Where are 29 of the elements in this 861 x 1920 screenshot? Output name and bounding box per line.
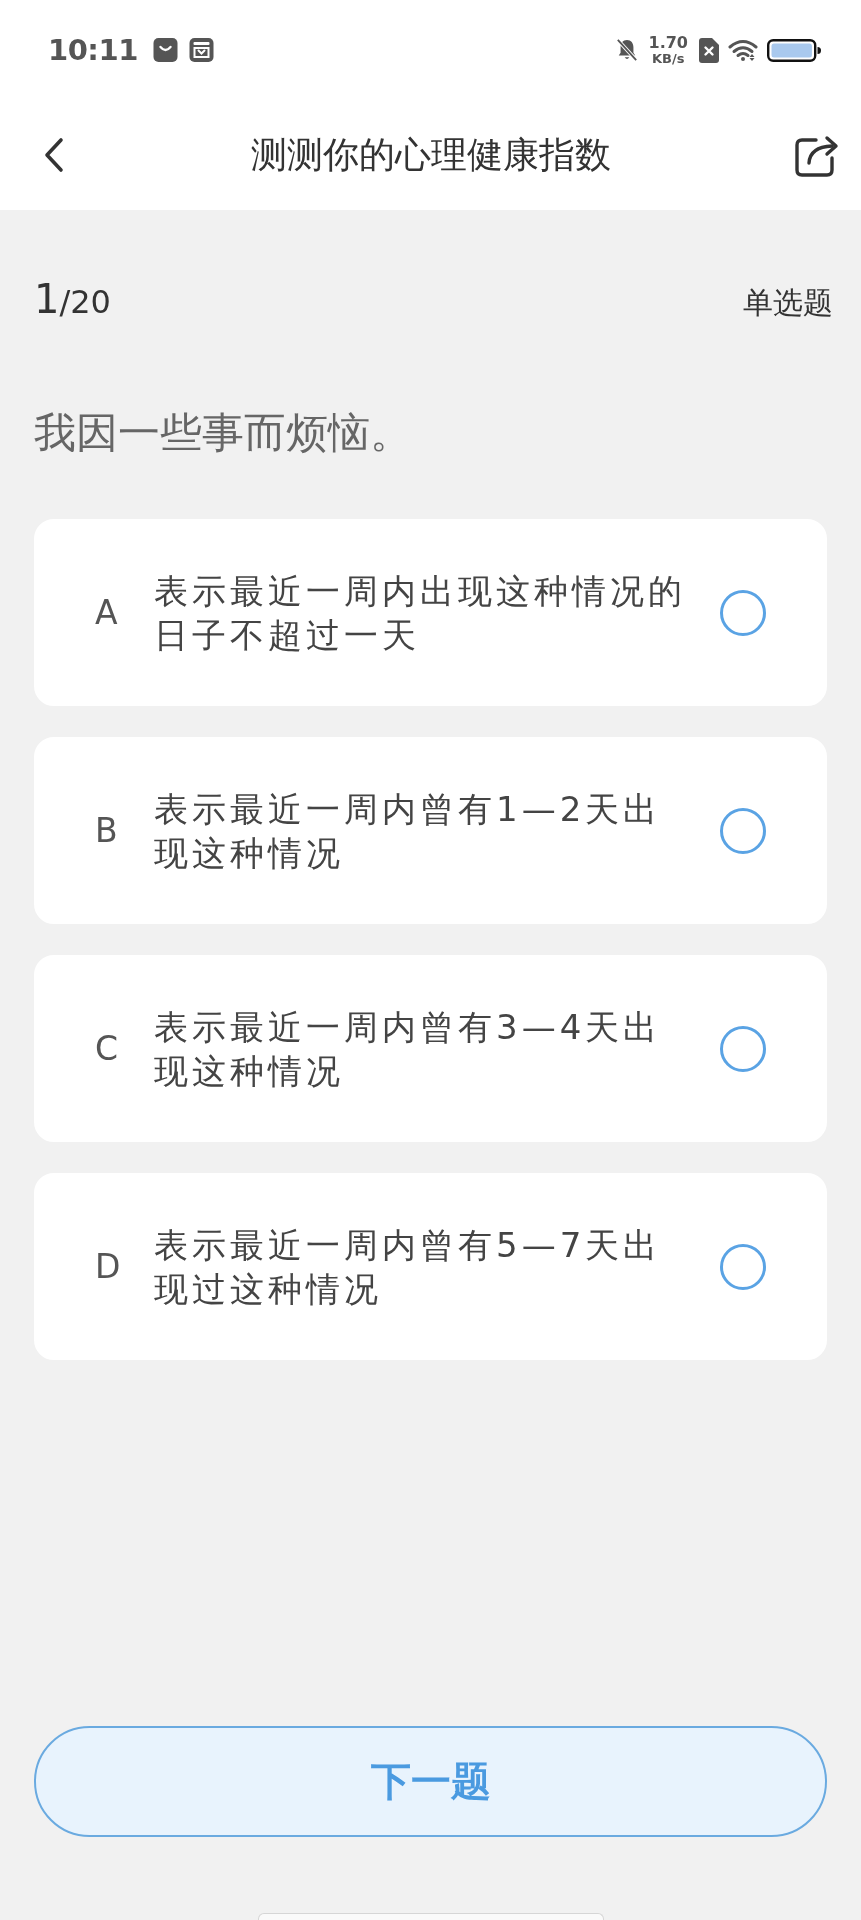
network-speed-value: 1.70 — [648, 35, 688, 51]
bell-off-icon — [615, 38, 638, 62]
option-letter: B — [95, 811, 119, 850]
option-text: 表示最近一周内出现这种情况的日子不超过一天 — [154, 569, 686, 657]
page-title: 测测你的心理健康指数 — [250, 132, 611, 177]
question-type-label: 单选题 — [743, 284, 833, 322]
status-time: 10:11 — [48, 33, 138, 67]
option-letter: C — [95, 1029, 120, 1068]
radio-button[interactable] — [720, 1243, 766, 1290]
wifi-icon — [728, 39, 758, 61]
smile-app-icon — [152, 38, 178, 62]
option-card[interactable]: A 表示最近一周内出现这种情况的日子不超过一天 — [34, 519, 827, 706]
radio-button[interactable] — [720, 589, 766, 636]
sim-error-icon — [699, 37, 719, 63]
option-text: 表示最近一周内曾有5—7天出现过这种情况 — [154, 1223, 663, 1311]
option-text: 表示最近一周内曾有3—4天出现这种情况 — [154, 1005, 663, 1093]
question-text: 我因一些事而烦恼。 — [34, 407, 413, 459]
option-letter: A — [95, 593, 119, 632]
radio-button[interactable] — [720, 1025, 766, 1072]
inbox-app-icon — [188, 38, 214, 62]
network-speed-unit: KB/s — [652, 52, 685, 65]
back-chevron-icon — [43, 137, 65, 173]
question-counter: 1/20 — [34, 276, 111, 322]
option-card[interactable]: B 表示最近一周内曾有1—2天出现这种情况 — [34, 737, 827, 924]
battery-icon — [767, 38, 821, 62]
radio-button[interactable] — [720, 807, 766, 854]
option-text: 表示最近一周内曾有1—2天出现这种情况 — [154, 787, 663, 875]
option-letter: D — [95, 1247, 122, 1286]
option-card[interactable]: C 表示最近一周内曾有3—4天出现这种情况 — [34, 955, 827, 1142]
